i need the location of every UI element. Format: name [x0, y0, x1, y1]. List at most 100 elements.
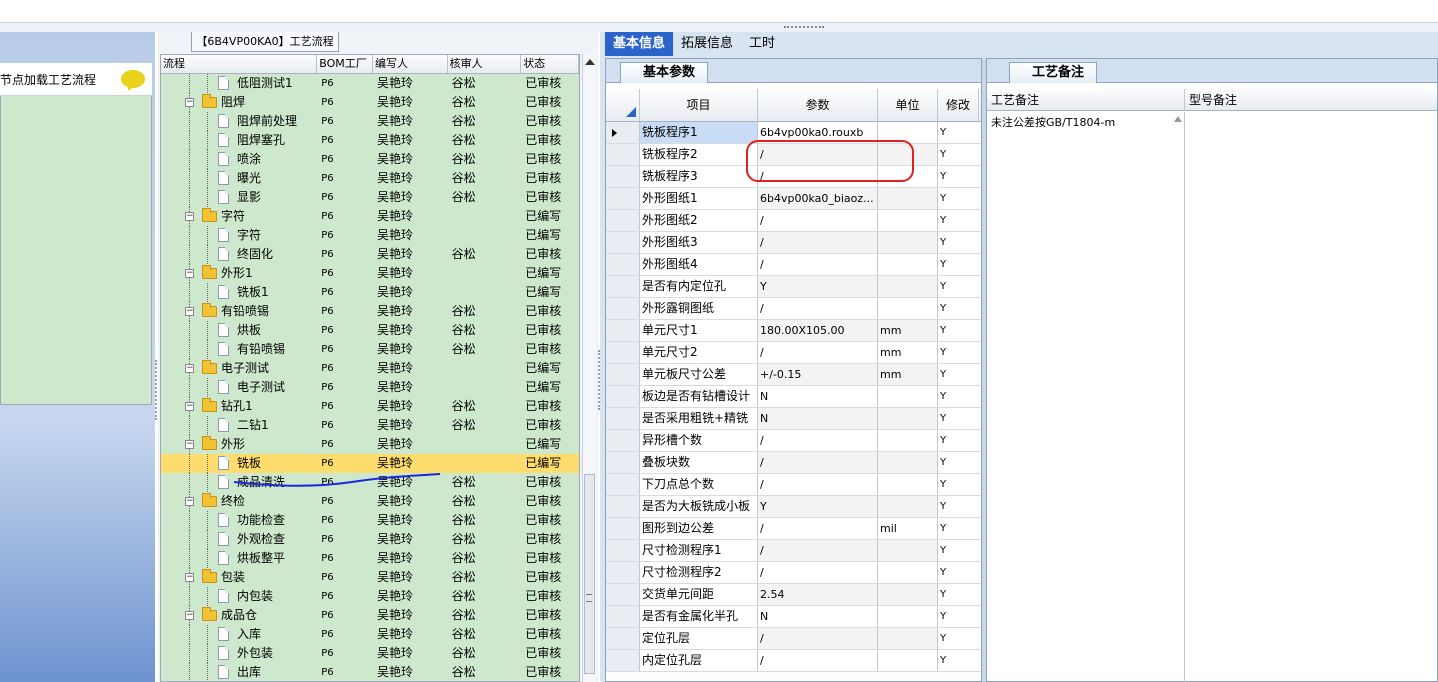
tree-node[interactable]: − 包装 — [161, 568, 317, 587]
param-row[interactable]: 尺寸检测程序2/ Y — [606, 562, 981, 584]
col-header-reviewer[interactable]: 核审人 — [448, 55, 522, 73]
tree-row[interactable]: − 外形 P6 吴艳玲 已编写 — [161, 435, 579, 454]
param-value-cell[interactable]: Y — [758, 496, 878, 517]
collapse-icon[interactable]: − — [185, 98, 194, 107]
param-value-cell[interactable]: N — [758, 606, 878, 627]
param-unit-cell[interactable] — [878, 386, 938, 407]
tree-node[interactable]: 曝光 — [161, 169, 317, 188]
param-row[interactable]: 是否采用粗铣+精铣 N Y — [606, 408, 981, 430]
row-selector[interactable] — [606, 518, 640, 539]
param-row[interactable]: 尺寸检测程序1/ Y — [606, 540, 981, 562]
tree-row[interactable]: 出库 P6 吴艳玲 谷松 已审核 — [161, 663, 579, 681]
param-value-cell[interactable]: / — [758, 474, 878, 495]
param-row[interactable]: 是否有内定位孔 Y Y — [606, 276, 981, 298]
param-unit-cell[interactable] — [878, 540, 938, 561]
tree-row[interactable]: − 电子测试 P6 吴艳玲 已编写 — [161, 359, 579, 378]
param-modify-cell[interactable]: Y — [938, 166, 979, 187]
collapse-icon[interactable]: − — [185, 307, 194, 316]
param-modify-cell[interactable]: Y — [938, 122, 979, 143]
collapse-icon[interactable]: − — [185, 402, 194, 411]
tree-node[interactable]: 电子测试 — [161, 378, 317, 397]
row-selector[interactable] — [606, 452, 640, 473]
row-selector[interactable] — [606, 188, 640, 209]
row-selector[interactable] — [606, 474, 640, 495]
param-modify-cell[interactable]: Y — [938, 320, 979, 341]
param-value-cell[interactable]: +/-0.15 — [758, 364, 878, 385]
tree-node[interactable]: 终固化 — [161, 245, 317, 264]
param-value-cell[interactable]: / — [758, 562, 878, 583]
process-remark-cell[interactable]: 未注公差按GB/T1804-m — [987, 112, 1185, 682]
tree-node[interactable]: 外观检查 — [161, 530, 317, 549]
tree-row[interactable]: − 阻焊 P6 吴艳玲 谷松 已审核 — [161, 93, 579, 112]
row-selector[interactable] — [606, 408, 640, 429]
param-value-cell[interactable]: / — [758, 342, 878, 363]
row-selector[interactable] — [606, 320, 640, 341]
tree-node[interactable]: 铣板1 — [161, 283, 317, 302]
row-selector[interactable] — [606, 386, 640, 407]
param-unit-cell[interactable] — [878, 584, 938, 605]
tree-node[interactable]: − 字符 — [161, 207, 317, 226]
param-row[interactable]: 外形图纸2/ Y — [606, 210, 981, 232]
tree-node[interactable]: − 终检 — [161, 492, 317, 511]
param-row[interactable]: 铣板程序1 6b4vp00ka0.rouxb Y — [606, 122, 981, 144]
param-unit-cell[interactable] — [878, 166, 938, 187]
param-row[interactable]: 图形到边公差 / mil Y — [606, 518, 981, 540]
tree-row[interactable]: − 成品仓 P6 吴艳玲 谷松 已审核 — [161, 606, 579, 625]
param-unit-cell[interactable] — [878, 122, 938, 143]
param-value-cell[interactable]: / — [758, 210, 878, 231]
param-modify-cell[interactable]: Y — [938, 298, 979, 319]
param-row[interactable]: 内定位孔层 / Y — [606, 650, 981, 672]
param-unit-cell[interactable] — [878, 144, 938, 165]
row-selector[interactable] — [606, 606, 640, 627]
col-header-flow[interactable]: 流程 — [161, 55, 318, 73]
tree-node[interactable]: − 有铅喷锡 — [161, 302, 317, 321]
param-row[interactable]: 定位孔层 / Y — [606, 628, 981, 650]
tree-row[interactable]: 内包装 P6 吴艳玲 谷松 已审核 — [161, 587, 579, 606]
row-selector[interactable] — [606, 584, 640, 605]
param-modify-cell[interactable]: Y — [938, 232, 979, 253]
row-selector[interactable] — [606, 364, 640, 385]
col-header-model-remark[interactable]: 型号备注 — [1185, 89, 1437, 110]
tree-node[interactable]: − 钻孔1 — [161, 397, 317, 416]
col-header-unit[interactable]: 单位 — [878, 89, 938, 121]
tree-node[interactable]: 入库 — [161, 625, 317, 644]
speech-bubble-icon[interactable] — [121, 70, 145, 88]
splitter-grip[interactable] — [784, 26, 824, 30]
param-modify-cell[interactable]: Y — [938, 364, 979, 385]
row-selector[interactable] — [606, 342, 640, 363]
param-unit-cell[interactable] — [878, 628, 938, 649]
param-unit-cell[interactable]: mil — [878, 518, 938, 539]
row-selector[interactable] — [606, 540, 640, 561]
tree-row[interactable]: 功能检查 P6 吴艳玲 谷松 已审核 — [161, 511, 579, 530]
param-modify-cell[interactable]: Y — [938, 342, 979, 363]
param-modify-cell[interactable]: Y — [938, 144, 979, 165]
tree-node[interactable]: 喷涂 — [161, 150, 317, 169]
param-modify-cell[interactable]: Y — [938, 650, 979, 671]
param-row[interactable]: 交货单元间距 2.54 Y — [606, 584, 981, 606]
param-unit-cell[interactable] — [878, 650, 938, 671]
tree-row[interactable]: 有铅喷锡 P6 吴艳玲 谷松 已审核 — [161, 340, 579, 359]
param-unit-cell[interactable]: mm — [878, 364, 938, 385]
tree-node[interactable]: 烘板整平 — [161, 549, 317, 568]
param-row[interactable]: 单元尺寸2/mm Y — [606, 342, 981, 364]
tree-row[interactable]: 外包装 P6 吴艳玲 谷松 已审核 — [161, 644, 579, 663]
row-selector[interactable] — [606, 496, 640, 517]
tree-row[interactable]: 铣板 P6 吴艳玲 已编写 — [161, 454, 579, 473]
param-value-cell[interactable]: 180.00X105.00 — [758, 320, 878, 341]
tree-node[interactable]: 烘板 — [161, 321, 317, 340]
tree-row[interactable]: 终固化 P6 吴艳玲 谷松 已审核 — [161, 245, 579, 264]
col-header-modify[interactable]: 修改 — [938, 89, 979, 121]
tree-row[interactable]: − 外形1 P6 吴艳玲 已编写 — [161, 264, 579, 283]
tree-node[interactable]: 成品清洗 — [161, 473, 317, 492]
tree-row[interactable]: − 包装 P6 吴艳玲 谷松 已审核 — [161, 568, 579, 587]
tab-main-2[interactable]: 工时 — [741, 32, 783, 56]
param-row[interactable]: 是否为大板铣成小板 Y Y — [606, 496, 981, 518]
param-row[interactable]: 外形图纸3/ Y — [606, 232, 981, 254]
tree-row[interactable]: 成品清洗 P6 吴艳玲 谷松 已审核 — [161, 473, 579, 492]
param-value-cell[interactable]: / — [758, 650, 878, 671]
param-value-cell[interactable]: / — [758, 628, 878, 649]
tree-row[interactable]: 低阻测试1 P6 吴艳玲 谷松 已审核 — [161, 74, 579, 93]
param-value-cell[interactable]: Y — [758, 276, 878, 297]
param-modify-cell[interactable]: Y — [938, 518, 979, 539]
tree-row[interactable]: 烘板 P6 吴艳玲 谷松 已审核 — [161, 321, 579, 340]
